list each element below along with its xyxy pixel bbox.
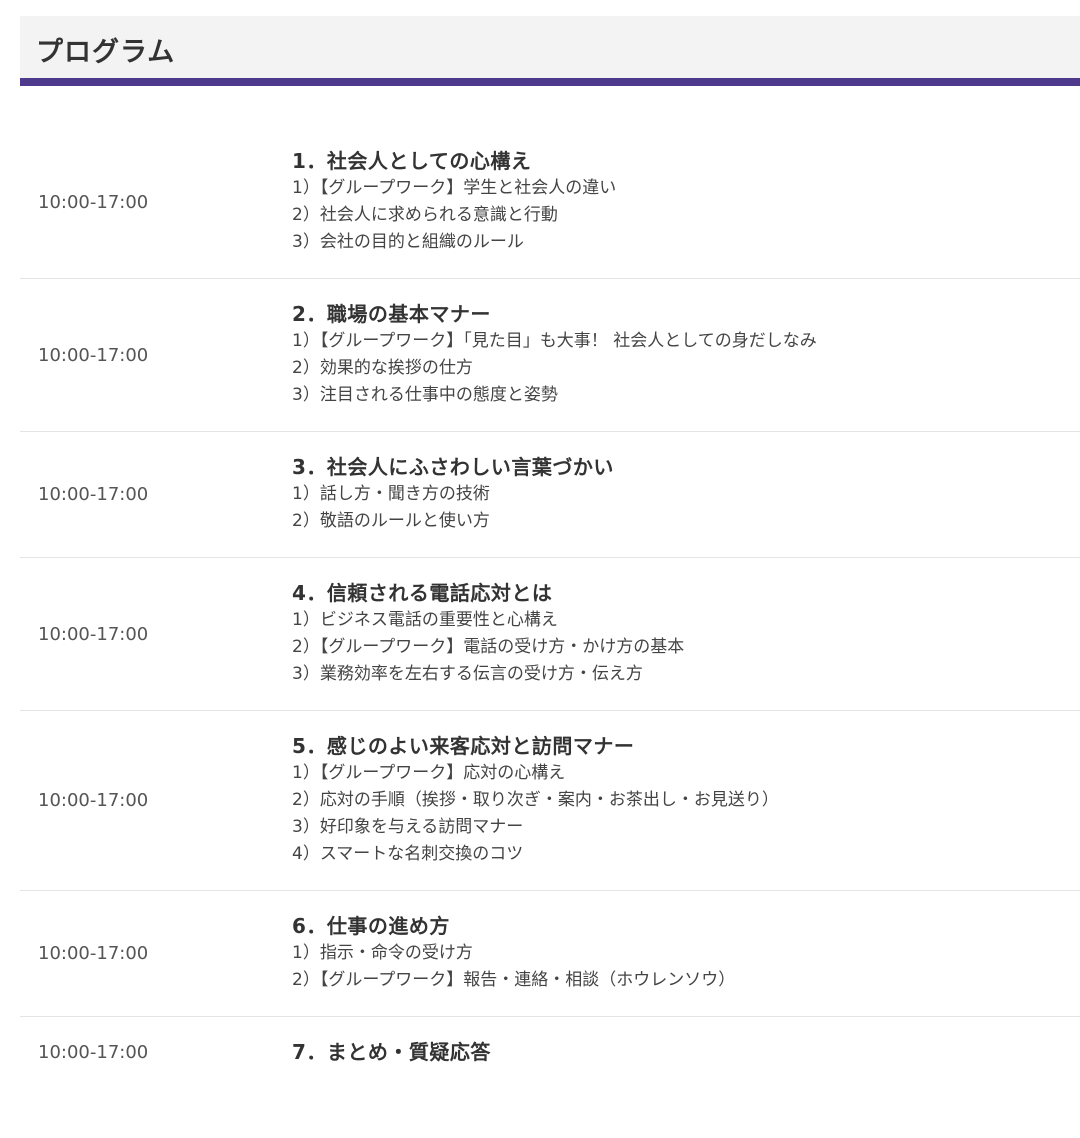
- session-item: 3）会社の目的と組織のルール: [292, 232, 524, 252]
- session-item: 2）【グループワーク】電話の受け方・かけ方の基本: [292, 637, 685, 657]
- session-row: 10:00-17:00 2．職場の基本マナー 1）【グループワーク】「見た目」も…: [20, 279, 1080, 432]
- session-time: 10:00-17:00: [38, 1042, 149, 1063]
- session-item: 1）ビジネス電話の重要性と心構え: [292, 610, 558, 630]
- program-schedule: 10:00-17:00 1．社会人としての心構え 1）【グループワーク】学生と社…: [20, 126, 1080, 1088]
- session-title: 5．感じのよい来客応対と訪問マナー: [292, 734, 635, 758]
- session-item: 4）スマートな名刺交換のコツ: [292, 844, 524, 864]
- session-content: 3．社会人にふさわしい言葉づかい 1）話し方・聞き方の技術 2）敬語のルールと使…: [273, 454, 1080, 535]
- session-time: 10:00-17:00: [38, 484, 149, 505]
- session-item: 1）話し方・聞き方の技術: [292, 484, 490, 504]
- session-time: 10:00-17:00: [38, 191, 149, 213]
- session-title: 2．職場の基本マナー: [292, 302, 491, 326]
- session-content: 5．感じのよい来客応対と訪問マナー 1）【グループワーク】応対の心構え 2）応対…: [273, 733, 1080, 868]
- session-time: 10:00-17:00: [38, 790, 149, 811]
- session-item: 3）注目される仕事中の態度と姿勢: [292, 385, 558, 405]
- session-row: 10:00-17:00 3．社会人にふさわしい言葉づかい 1）話し方・聞き方の技…: [20, 432, 1080, 558]
- session-row: 10:00-17:00 7．まとめ・質疑応答: [20, 1017, 1080, 1088]
- session-item: 2）応対の手順（挨拶・取り次ぎ・案内・お茶出し・お見送り）: [292, 790, 779, 810]
- session-item: 2）社会人に求められる意識と行動: [292, 205, 558, 225]
- session-item: 1）【グループワーク】「見た目」も大事！ 社会人としての身だしなみ: [292, 331, 817, 351]
- section-title: プログラム: [36, 37, 176, 68]
- session-title: 3．社会人にふさわしい言葉づかい: [292, 455, 614, 479]
- session-content: 4．信頼される電話応対とは 1）ビジネス電話の重要性と心構え 2）【グループワー…: [273, 580, 1080, 688]
- session-item: 1）指示・命令の受け方: [292, 943, 473, 963]
- session-row: 10:00-17:00 5．感じのよい来客応対と訪問マナー 1）【グループワーク…: [20, 711, 1080, 891]
- session-item: 2）敬語のルールと使い方: [292, 511, 490, 531]
- session-time: 10:00-17:00: [38, 344, 149, 366]
- session-title: 4．信頼される電話応対とは: [292, 581, 553, 605]
- session-row: 10:00-17:00 4．信頼される電話応対とは 1）ビジネス電話の重要性と心…: [20, 558, 1080, 711]
- session-row: 10:00-17:00 1．社会人としての心構え 1）【グループワーク】学生と社…: [20, 126, 1080, 279]
- session-item: 2）効果的な挨拶の仕方: [292, 358, 473, 378]
- session-content: 1．社会人としての心構え 1）【グループワーク】学生と社会人の違い 2）社会人に…: [273, 148, 1080, 256]
- session-title: 1．社会人としての心構え: [292, 149, 532, 173]
- session-time: 10:00-17:00: [38, 943, 149, 964]
- session-time: 10:00-17:00: [38, 623, 149, 645]
- session-item: 1）【グループワーク】学生と社会人の違い: [292, 178, 617, 198]
- session-item: 3）好印象を与える訪問マナー: [292, 817, 524, 837]
- session-content: 7．まとめ・質疑応答: [273, 1039, 1080, 1066]
- session-item: 3）業務効率を左右する伝言の受け方・伝え方: [292, 664, 643, 684]
- session-title: 6．仕事の進め方: [292, 914, 450, 938]
- program-section-header: プログラム: [20, 16, 1080, 86]
- session-title: 7．まとめ・質疑応答: [292, 1040, 491, 1064]
- session-content: 2．職場の基本マナー 1）【グループワーク】「見た目」も大事！ 社会人としての身…: [273, 301, 1080, 409]
- session-item: 2）【グループワーク】報告・連絡・相談（ホウレンソウ）: [292, 970, 736, 990]
- session-content: 6．仕事の進め方 1）指示・命令の受け方 2）【グループワーク】報告・連絡・相談…: [273, 913, 1080, 994]
- session-row: 10:00-17:00 6．仕事の進め方 1）指示・命令の受け方 2）【グループ…: [20, 891, 1080, 1017]
- session-item: 1）【グループワーク】応対の心構え: [292, 763, 566, 783]
